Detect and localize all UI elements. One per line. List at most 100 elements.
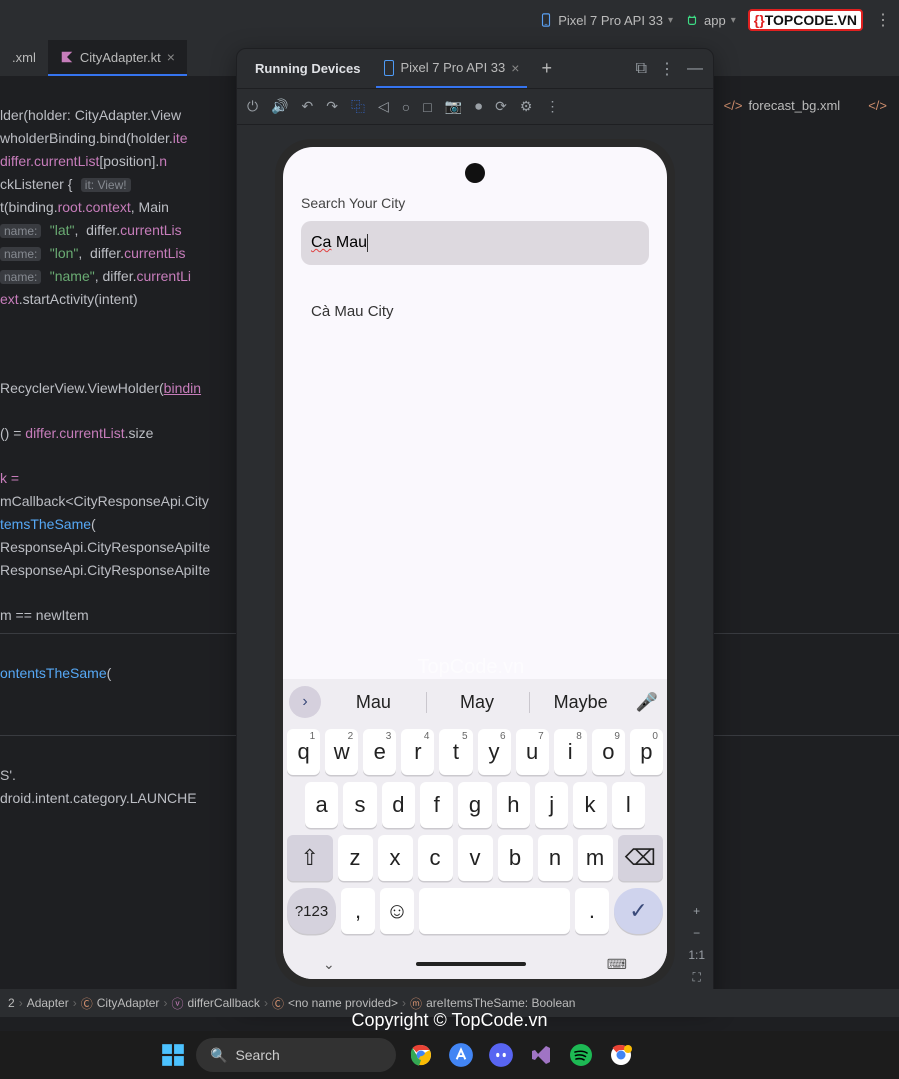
start-button[interactable] <box>160 1042 186 1068</box>
volume-icon[interactable]: 🔊 <box>271 98 288 115</box>
numbers-key[interactable]: ?123 <box>287 888 336 934</box>
key-a[interactable]: a <box>305 782 338 828</box>
more-icon[interactable]: ⋮ <box>659 59 675 79</box>
editor-tab-forecast[interactable]: </> forecast_bg.xml <box>712 98 853 115</box>
breadcrumb-item[interactable]: ⒸCityAdapter <box>81 995 160 1012</box>
key-z[interactable]: z <box>338 835 373 881</box>
breadcrumb-item[interactable]: ⓜareItemsTheSame: Boolean <box>410 995 575 1012</box>
zoom-controls: + − 1:1 ⛶ <box>688 904 705 985</box>
key-f[interactable]: f <box>420 782 453 828</box>
editor-tab-cityadapter[interactable]: CityAdapter.kt × <box>48 40 187 76</box>
key-q[interactable]: q1 <box>287 729 320 775</box>
hide-keyboard-icon[interactable]: ⌄ <box>323 956 335 973</box>
close-icon[interactable]: × <box>511 60 519 76</box>
breadcrumb-item[interactable]: 2 <box>8 996 15 1010</box>
back-icon[interactable]: ◁ <box>378 98 389 115</box>
refresh-icon[interactable]: ⟳ <box>495 98 507 115</box>
key-m[interactable]: m <box>578 835 613 881</box>
home-icon[interactable]: ○ <box>402 99 410 115</box>
key-p[interactable]: p0 <box>630 729 663 775</box>
chevron-down-icon: ▾ <box>731 15 736 26</box>
key-y[interactable]: y6 <box>478 729 511 775</box>
taskbar-discord[interactable] <box>486 1040 516 1070</box>
search-input[interactable]: Ca Mau <box>301 221 649 265</box>
taskbar-chrome[interactable] <box>406 1040 436 1070</box>
key-i[interactable]: i8 <box>554 729 587 775</box>
key-s[interactable]: s <box>343 782 376 828</box>
key-n[interactable]: n <box>538 835 573 881</box>
zoom-out-button[interactable]: − <box>693 926 700 940</box>
key-e[interactable]: e3 <box>363 729 396 775</box>
period-key[interactable]: . <box>575 888 609 934</box>
breadcrumb-item[interactable]: ⓥdifferCallback <box>171 995 260 1012</box>
search-result-item[interactable]: Cà Mau City <box>311 303 649 320</box>
key-r[interactable]: r4 <box>401 729 434 775</box>
expand-suggestion-icon[interactable]: › <box>289 686 321 718</box>
editor-tab-partial[interactable]: </> <box>856 98 899 115</box>
key-u[interactable]: u7 <box>516 729 549 775</box>
taskbar-visual-studio[interactable] <box>526 1040 556 1070</box>
record-icon[interactable]: ⏺ <box>475 98 482 115</box>
run-config-selector[interactable]: app ▾ <box>685 13 736 28</box>
shift-key[interactable]: ⇧ <box>287 835 333 881</box>
enter-key[interactable]: ✓ <box>614 888 663 934</box>
key-h[interactable]: h <box>497 782 530 828</box>
gesture-pill[interactable] <box>416 962 526 966</box>
key-b[interactable]: b <box>498 835 533 881</box>
emoji-key[interactable]: ☺ <box>380 888 414 934</box>
overview-icon[interactable]: □ <box>423 99 431 115</box>
search-text-rest: Mau <box>331 234 367 251</box>
taskbar-search[interactable]: 🔍 Search <box>196 1038 396 1072</box>
key-v[interactable]: v <box>458 835 493 881</box>
rotate-right-icon[interactable]: ↷ <box>326 98 338 115</box>
breadcrumb-item[interactable]: Adapter <box>27 996 69 1010</box>
add-tab-button[interactable]: + <box>541 58 552 79</box>
search-text-underlined: Ca <box>311 234 331 251</box>
close-icon[interactable]: × <box>167 49 175 65</box>
key-x[interactable]: x <box>378 835 413 881</box>
key-c[interactable]: c <box>418 835 453 881</box>
key-t[interactable]: t5 <box>439 729 472 775</box>
comma-key[interactable]: , <box>341 888 375 934</box>
breadcrumb-item[interactable]: Ⓒ<no name provided> <box>272 995 398 1012</box>
phone-screen[interactable]: Search Your City Ca Mau Cà Mau City › Ma… <box>283 147 667 979</box>
power-icon[interactable]: ⏻ <box>247 98 258 115</box>
minimize-icon[interactable]: — <box>687 60 703 78</box>
zoom-fit-button[interactable]: ⛶ <box>692 970 700 985</box>
taskbar-chrome-canary[interactable] <box>606 1040 636 1070</box>
key-o[interactable]: o9 <box>592 729 625 775</box>
phone-icon <box>539 13 553 27</box>
device-tab[interactable]: Pixel 7 Pro API 33 × <box>376 50 527 88</box>
zoom-in-button[interactable]: + <box>693 904 700 918</box>
running-devices-panel: Running Devices Pixel 7 Pro API 33 × + ⧉… <box>236 48 714 1004</box>
device-posture-icon[interactable]: ⿻ <box>351 97 365 117</box>
suggestion-1[interactable]: May <box>426 692 528 713</box>
rotate-left-icon[interactable]: ↶ <box>302 98 314 115</box>
dock-icon[interactable]: ⧉ <box>636 60 647 78</box>
taskbar-spotify[interactable] <box>566 1040 596 1070</box>
key-w[interactable]: w2 <box>325 729 358 775</box>
key-d[interactable]: d <box>382 782 415 828</box>
suggestion-2[interactable]: Maybe <box>529 692 631 713</box>
zoom-ratio-button[interactable]: 1:1 <box>688 948 705 962</box>
key-l[interactable]: l <box>612 782 645 828</box>
kotlin-icon <box>60 50 74 64</box>
key-k[interactable]: k <box>573 782 606 828</box>
backspace-key[interactable]: ⌫ <box>618 835 664 881</box>
more-icon[interactable]: ⋮ <box>875 10 891 30</box>
screenshot-icon[interactable]: 📷 <box>445 98 462 115</box>
more-icon[interactable]: ⋮ <box>545 98 559 115</box>
camera-punch-hole <box>465 163 485 183</box>
mic-icon[interactable]: 🎤 <box>633 692 661 713</box>
tab-label: forecast_bg.xml <box>748 98 840 113</box>
space-key[interactable] <box>419 888 570 934</box>
device-tab-label: Pixel 7 Pro API 33 <box>400 60 505 75</box>
suggestion-0[interactable]: Mau <box>323 692 424 713</box>
key-j[interactable]: j <box>535 782 568 828</box>
taskbar-android-studio[interactable] <box>446 1040 476 1070</box>
editor-tab-xml[interactable]: .xml <box>0 40 48 76</box>
key-g[interactable]: g <box>458 782 491 828</box>
switch-keyboard-icon[interactable]: ⌨ <box>607 956 627 973</box>
settings-icon[interactable]: ⚙ <box>520 98 533 115</box>
device-selector[interactable]: Pixel 7 Pro API 33 ▾ <box>539 13 673 28</box>
